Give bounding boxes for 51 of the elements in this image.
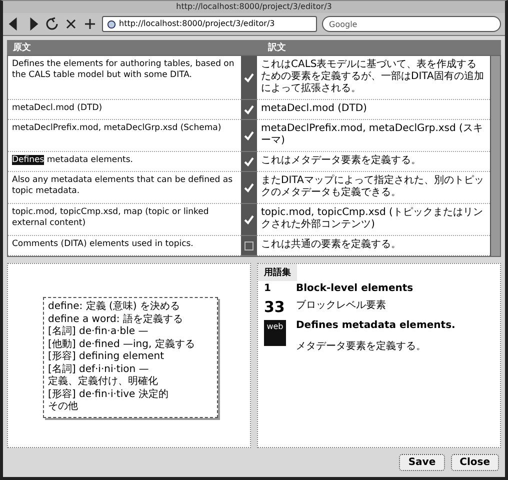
glossary-translation: メタデータ要素を定義する。 — [296, 340, 427, 353]
globe-icon — [107, 20, 116, 28]
translation-text[interactable]: これはメタデータ要素を定義する。 — [261, 155, 486, 167]
source-text: metaDeclPrefix.mod, metaDeclGrp.xsd (Schema) — [12, 123, 222, 134]
check-icon[interactable] — [244, 156, 254, 166]
scrollbar[interactable] — [490, 56, 500, 256]
source-text: Comments (DITA) elements used in topics. — [12, 239, 194, 250]
source-text: metaDecl.mod (DTD) — [12, 103, 104, 114]
add-icon[interactable] — [83, 17, 97, 31]
panel-title: 訳文 — [267, 41, 287, 55]
dictionary-line: [名詞] de·fin·a·ble — — [48, 326, 150, 338]
check-icon[interactable] — [244, 130, 254, 140]
glossary-term[interactable]: ブロックレベル要素 — [296, 298, 386, 312]
translation-text[interactable]: またDITAマップによって指定された、別のトピックのメタデータも定義できる。 — [261, 175, 486, 199]
reload-icon[interactable] — [45, 17, 59, 31]
translation-text[interactable]: topic.mod, topicCmp.xsd (トピックまたはリンクされた外部コンテンツ) — [261, 207, 486, 231]
stop-icon[interactable] — [64, 17, 78, 31]
url-text: http://localhost:8000/project/3/editor/3 — [119, 18, 275, 30]
source-text: topic.mod, topicCmp.xsd, map (topic or linked external content) — [12, 207, 210, 229]
dictionary-line: [形容] de·fin·i·tive 決定的 — [48, 388, 170, 401]
check-icon[interactable] — [244, 182, 254, 192]
source-text: Defines metadata elements. — [12, 155, 134, 166]
check-icon[interactable] — [244, 214, 254, 224]
check-icon[interactable] — [244, 104, 254, 114]
window-title: http://localhost:8000/project/3/editor/3 — [3, 1, 505, 13]
check-icon[interactable] — [244, 72, 254, 82]
panel-title: 原文 — [12, 41, 32, 55]
term-number: 1 — [264, 283, 272, 294]
dictionary-line: define a word: 語を定義する — [48, 314, 184, 326]
dictionary-line: その他 — [48, 401, 79, 414]
glossary-title: 用語集 — [258, 264, 297, 281]
translation-text[interactable]: metaDecl.mod (DTD) — [261, 103, 486, 115]
address-bar[interactable]: http://localhost:8000/project/3/editor/3 — [102, 16, 317, 32]
dictionary-line: define: 定義 (意味) を決める — [48, 301, 181, 314]
glossary-term[interactable]: Defines metadata elements. — [296, 320, 456, 331]
dictionary-line: [他動] de·fined —ing, 定義する — [48, 338, 196, 350]
empty-check-icon[interactable] — [244, 240, 254, 250]
translation-text[interactable]: これはCALS表モデルに基づいて、表を作成するための要素を定義するが、一部はDITA固有の追加によって拡張される。 — [261, 59, 486, 95]
term-number: 33 — [264, 298, 286, 316]
dictionary-line: 定義、定義付け、明確化 — [48, 376, 159, 388]
translation-text[interactable]: metaDeclPrefix.mod, metaDeclGrp.xsd (スキーマ) — [261, 123, 486, 147]
source-text: Defines the elements for authoring tables, based on the CALS table model but with some DITA. — [12, 59, 236, 81]
translation-text[interactable]: これは共通の要素を定義する。 — [261, 239, 486, 251]
source-text: Also any metadata elements that can be defined as topic metadata. — [12, 175, 234, 197]
dialog-button[interactable]: Close — [450, 454, 499, 471]
glossary-term[interactable]: Block-level elements — [296, 283, 414, 294]
dictionary-line: [名詞] def·i·ni·tion — — [48, 364, 150, 376]
dictionary-line: [形容] defining element — [48, 351, 165, 364]
search-field[interactable]: Google — [322, 16, 501, 32]
dialog-button[interactable]: Save — [399, 454, 445, 471]
term-badge: web — [264, 320, 286, 346]
